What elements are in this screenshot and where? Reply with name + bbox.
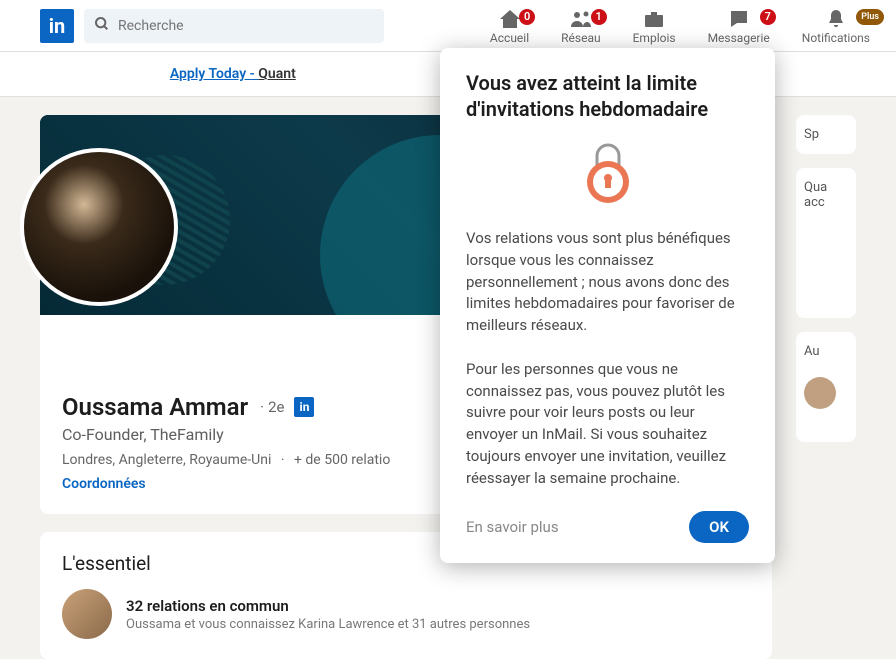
nav-label: Notifications xyxy=(802,31,870,45)
nav-items: 0 Accueil 1 Réseau Emplois 7 Messagerie xyxy=(474,7,886,45)
mutual-subtitle: Oussama et vous connaissez Karina Lawren… xyxy=(126,617,530,632)
home-badge: 0 xyxy=(519,9,535,25)
nav-label: Réseau xyxy=(561,31,600,45)
search-box[interactable] xyxy=(84,9,384,43)
nav-label: Emplois xyxy=(633,31,676,45)
side-text: Qua xyxy=(804,180,848,195)
side-column: Sp Qua acc Au xyxy=(796,115,856,659)
lock-icon xyxy=(466,142,749,204)
nav-messaging[interactable]: 7 Messagerie xyxy=(692,7,786,45)
nav-home[interactable]: 0 Accueil xyxy=(474,7,545,45)
side-avatar xyxy=(804,377,836,409)
notifications-badge: Plus xyxy=(856,9,884,25)
side-box-2: Qua acc xyxy=(796,168,856,318)
connection-degree: 2e xyxy=(256,398,284,416)
briefcase-icon xyxy=(642,7,666,31)
network-badge: 1 xyxy=(591,9,607,25)
location: Londres, Angleterre, Royaume-Uni xyxy=(62,452,271,468)
nav-jobs[interactable]: Emplois xyxy=(617,7,692,45)
home-icon xyxy=(498,7,522,31)
mutual-title: 32 relations en commun xyxy=(126,597,530,615)
connections-count: + de 500 relatio xyxy=(294,452,390,468)
modal-title: Vous avez atteint la limite d'invitation… xyxy=(466,70,749,122)
mutual-connections[interactable]: 32 relations en commun Oussama et vous c… xyxy=(62,589,750,639)
search-icon xyxy=(94,16,110,36)
mutual-avatar xyxy=(62,589,112,639)
nav-notifications[interactable]: Plus Notifications xyxy=(786,7,886,45)
bell-icon xyxy=(824,7,848,31)
nav-label: Messagerie xyxy=(708,31,770,45)
nav-label: Accueil xyxy=(490,31,529,45)
ad-school[interactable]: Quant xyxy=(258,66,296,82)
modal-para2: Pour les personnes que vous ne connaisse… xyxy=(466,359,749,490)
ad-apply-link[interactable]: Apply Today - xyxy=(170,66,258,82)
nav-network[interactable]: 1 Réseau xyxy=(545,7,616,45)
side-box-1: Sp xyxy=(796,115,856,154)
side-box-3: Au xyxy=(796,332,856,442)
profile-name: Oussama Ammar xyxy=(62,393,248,421)
messaging-badge: 7 xyxy=(760,9,776,25)
invitation-limit-modal: Vous avez atteint la limite d'invitation… xyxy=(440,48,775,563)
top-nav: in 0 Accueil 1 Réseau Emplois xyxy=(0,0,896,52)
side-text: acc xyxy=(804,195,848,210)
linkedin-logo[interactable]: in xyxy=(40,9,74,43)
ok-button[interactable]: OK xyxy=(689,511,749,543)
search-input[interactable] xyxy=(118,18,374,34)
modal-para1: Vos relations vous sont plus bénéfiques … xyxy=(466,228,749,337)
contact-info-link[interactable]: Coordonnées xyxy=(62,476,146,492)
network-icon xyxy=(569,7,593,31)
modal-body: Vos relations vous sont plus bénéfiques … xyxy=(466,228,749,489)
learn-more-link[interactable]: En savoir plus xyxy=(466,518,559,536)
side-text: Au xyxy=(804,344,848,359)
linkedin-badge-icon: in xyxy=(294,397,314,417)
messaging-icon xyxy=(727,7,751,31)
